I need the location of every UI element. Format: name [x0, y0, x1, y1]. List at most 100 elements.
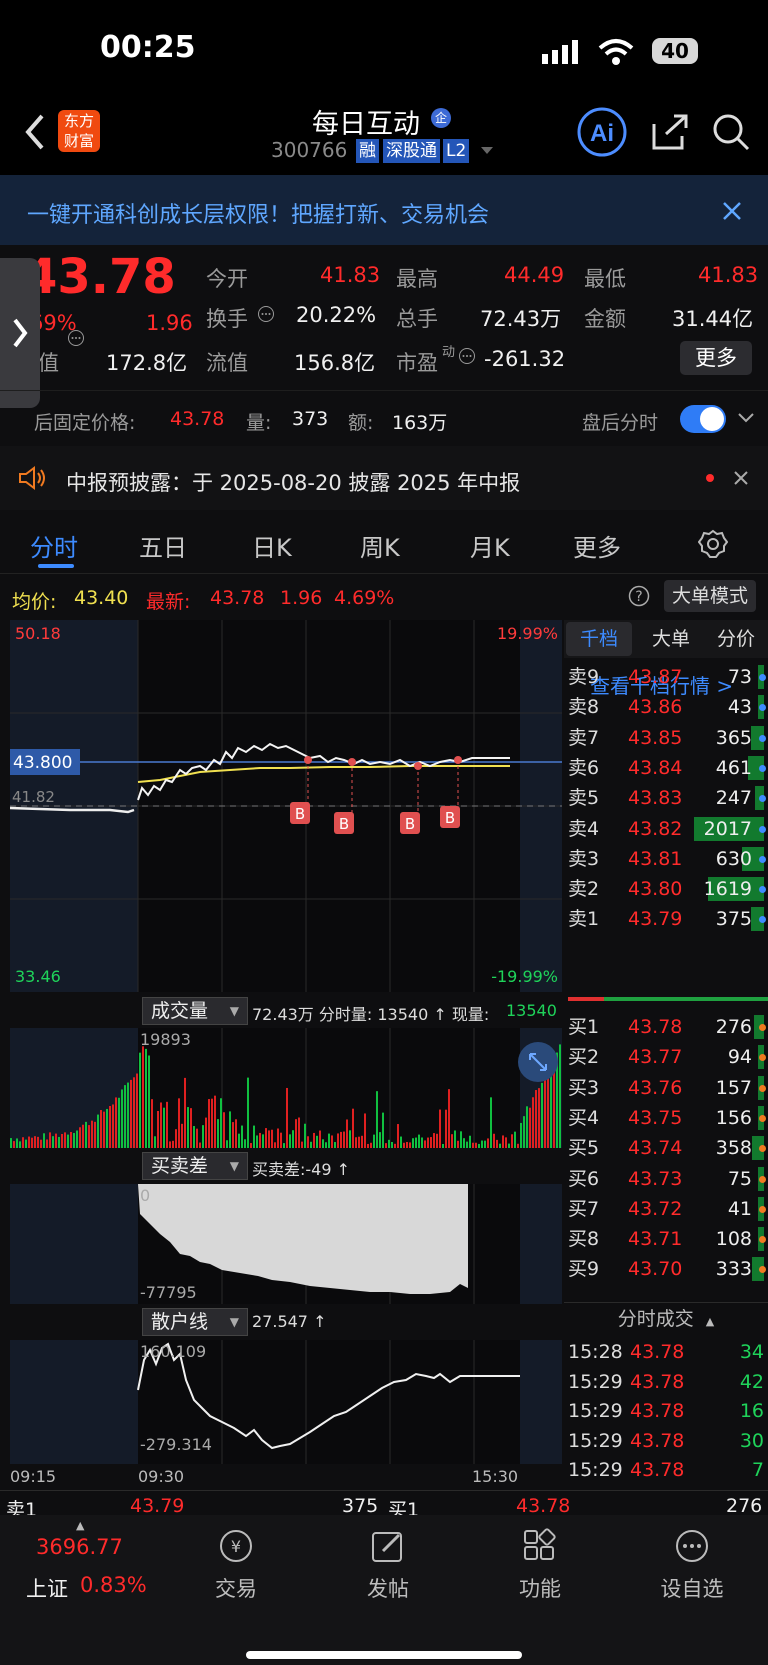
bid-row[interactable]: 买9 43.70 333 — [564, 1254, 768, 1284]
tab-price-dist[interactable]: 分价 — [708, 622, 764, 656]
ask-row[interactable]: 卖9 43.87 73 — [564, 662, 768, 692]
volume-bar — [244, 1139, 246, 1148]
volume-bar — [103, 1111, 105, 1148]
ask-row[interactable]: 卖3 43.81 630 — [564, 844, 768, 874]
side-drawer-handle[interactable] — [0, 258, 40, 408]
big-order-mode-button[interactable]: 大单模式 — [664, 580, 756, 612]
level-label: 卖2 — [568, 878, 600, 901]
retail-indicator-select[interactable]: 散户线 ▼ — [142, 1308, 248, 1336]
ask-row[interactable]: 卖4 43.82 2017 — [564, 814, 768, 844]
chevron-down-icon[interactable] — [738, 413, 754, 423]
notice-bar[interactable]: 中报预披露：于 2025-08-20 披露 2025 年中报 — [0, 446, 768, 510]
level-price: 43.85 — [628, 726, 683, 749]
level-label: 卖5 — [568, 787, 600, 810]
bid-row[interactable]: 买2 43.77 94 — [564, 1042, 768, 1072]
diff-indicator-select[interactable]: 买卖差 ▼ — [142, 1152, 248, 1180]
market-cap-label: 值 — [38, 351, 59, 375]
tab-daily-k[interactable]: 日K — [252, 528, 292, 563]
tab-five-day[interactable]: 五日 — [139, 528, 187, 563]
info-icon[interactable] — [257, 305, 275, 323]
settings-icon[interactable] — [698, 529, 728, 559]
bid-row[interactable]: 买8 43.71 108 — [564, 1224, 768, 1254]
volume-bar — [292, 1130, 294, 1148]
promo-banner[interactable]: 一键开通科创成长层权限！把握打新、交易机会 — [0, 175, 768, 245]
level-price: 43.72 — [628, 1197, 683, 1220]
expand-button[interactable] — [518, 1042, 558, 1082]
nav-post[interactable]: 发帖 — [338, 1515, 438, 1603]
volume-bar — [82, 1124, 84, 1148]
volume-bar — [451, 1134, 453, 1148]
tab-weekly-k[interactable]: 周K — [360, 528, 400, 563]
search-icon[interactable] — [711, 112, 751, 152]
tab-intraday[interactable]: 分时 — [30, 528, 78, 563]
diff-chart[interactable]: 0 -77795 — [10, 1184, 562, 1304]
info-icon[interactable] — [458, 347, 476, 365]
share-icon[interactable] — [650, 112, 690, 152]
level-volume: 43 — [727, 696, 752, 719]
turnover-value: 20.22% — [296, 303, 377, 327]
volume-bar — [259, 1132, 261, 1148]
bid-row[interactable]: 买7 43.72 41 — [564, 1194, 768, 1224]
footer-bid-vol: 276 — [726, 1495, 763, 1517]
ask-row[interactable]: 卖2 43.80 1619 — [564, 874, 768, 904]
ai-icon[interactable]: Ai — [576, 106, 628, 158]
svg-text:¥: ¥ — [231, 1537, 241, 1556]
last-value: 43.78 — [210, 587, 265, 609]
volume-bar — [415, 1137, 417, 1148]
volume-bar — [169, 1141, 171, 1148]
level-price: 43.76 — [628, 1076, 683, 1099]
tab-more[interactable]: 更多 — [573, 528, 621, 563]
volume-chart-svg: 19893 — [10, 1028, 562, 1148]
back-icon[interactable] — [24, 114, 46, 150]
close-icon[interactable] — [734, 471, 748, 485]
tab-depth[interactable]: 千档 — [566, 622, 632, 656]
bid-row[interactable]: 买4 43.75 156 — [564, 1103, 768, 1133]
ask-row[interactable]: 卖8 43.86 43 — [564, 692, 768, 722]
status-dot — [759, 855, 766, 863]
volume-bar — [271, 1129, 273, 1148]
bid-row[interactable]: 买6 43.73 75 — [564, 1164, 768, 1194]
bid-row[interactable]: 买1 43.78 276 — [564, 1012, 768, 1042]
grid-icon — [524, 1528, 556, 1560]
price-chart-svg: B B B B 50.18 19.99% 33.46 -19.99% 41.82 43… — [9, 620, 562, 992]
volume-bar — [58, 1136, 60, 1148]
nav-trade[interactable]: ¥ 交易 — [186, 1515, 286, 1603]
after-hours-toggle[interactable] — [680, 405, 726, 433]
ask-row[interactable]: 卖1 43.79 375 — [564, 904, 768, 934]
chevron-down-icon[interactable] — [480, 146, 494, 156]
trade-row: 15:29 43.78 16 — [564, 1396, 768, 1426]
ask-row[interactable]: 卖7 43.85 365 — [564, 723, 768, 753]
tab-big-order[interactable]: 大单 — [646, 622, 696, 656]
volume-bar — [190, 1108, 192, 1148]
nav-watchlist-settings[interactable]: 设自选 — [642, 1515, 742, 1603]
more-button[interactable]: 更多 — [680, 341, 752, 375]
info-icon[interactable] — [67, 329, 85, 347]
volume-bar — [502, 1135, 504, 1148]
nav-functions[interactable]: 功能 — [490, 1515, 590, 1603]
volume-chart[interactable]: 19893 — [10, 1028, 562, 1148]
bid-row[interactable]: 买3 43.76 157 — [564, 1073, 768, 1103]
ask-row[interactable]: 卖5 43.83 247 — [564, 783, 768, 813]
volume-bar — [67, 1134, 69, 1148]
bid-row[interactable]: 买5 43.74 358 — [564, 1133, 768, 1163]
status-time: 00:25 — [100, 30, 196, 65]
trades-header[interactable]: 分时成交 ▲ — [564, 1302, 768, 1334]
volume-bar — [388, 1139, 390, 1148]
volume-bar — [121, 1089, 123, 1148]
tab-monthly-k[interactable]: 月K — [470, 528, 510, 563]
volume-bar — [145, 1048, 147, 1148]
close-icon[interactable] — [722, 201, 742, 221]
ask-row[interactable]: 卖6 43.84 461 — [564, 753, 768, 783]
retail-chart[interactable]: 160.109 -279.314 — [10, 1340, 562, 1464]
price-chart[interactable]: B B B B 50.18 19.99% 33.46 -19.99% 41.82 43… — [9, 620, 562, 992]
level-price: 43.74 — [628, 1137, 683, 1160]
volume-bar — [136, 1073, 138, 1148]
volume-bar — [331, 1135, 333, 1148]
axis-pct-max-label: 19.99% — [497, 624, 558, 643]
volume-indicator-select[interactable]: 成交量 ▼ — [142, 997, 248, 1025]
volume-bar — [475, 1142, 477, 1148]
help-icon[interactable]: ? — [628, 585, 650, 607]
level-price: 43.70 — [628, 1258, 683, 1281]
index-ticker[interactable]: ▲ 3696.77 上证 0.83% — [0, 1515, 160, 1615]
trade-time: 15:28 — [568, 1341, 623, 1363]
